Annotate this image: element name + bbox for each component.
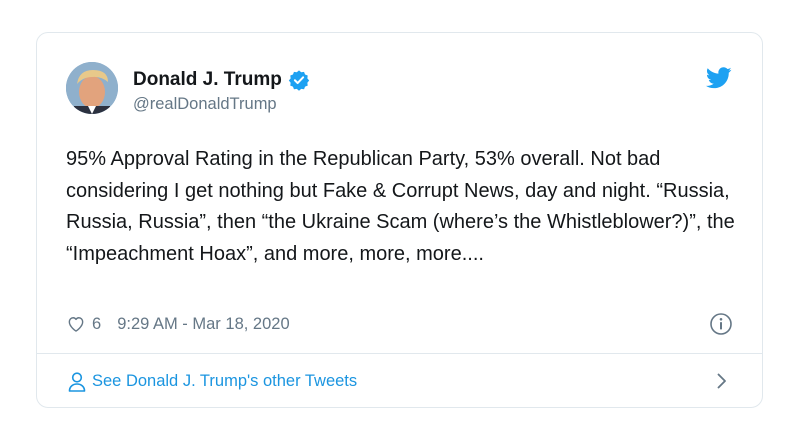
name-row: Donald J. Trump [133, 68, 310, 92]
info-icon[interactable] [709, 312, 733, 336]
timestamp-link[interactable]: 9:29 AM - Mar 18, 2020 [117, 315, 289, 334]
tweet-card: Donald J. Trump @realDonaldTrump 95% App… [36, 32, 763, 408]
twitter-bird-icon[interactable] [705, 67, 732, 89]
author-block: Donald J. Trump @realDonaldTrump [133, 68, 310, 115]
tweet-text: 95% Approval Rating in the Republican Pa… [66, 148, 735, 265]
like-count[interactable]: 6 [92, 315, 101, 334]
tweet-meta: 6 9:29 AM - Mar 18, 2020 [66, 311, 733, 337]
chevron-right-icon [716, 371, 728, 391]
heart-icon[interactable] [66, 314, 86, 334]
avatar-image [66, 62, 118, 114]
person-icon [68, 371, 86, 392]
handle[interactable]: @realDonaldTrump [133, 93, 310, 115]
tweet-header: Donald J. Trump @realDonaldTrump [37, 33, 762, 143]
avatar[interactable] [66, 62, 118, 114]
display-name[interactable]: Donald J. Trump [133, 68, 282, 92]
verified-badge-icon [288, 69, 310, 91]
see-other-tweets-link[interactable]: See Donald J. Trump's other Tweets [37, 354, 762, 407]
see-other-tweets-label: See Donald J. Trump's other Tweets [92, 372, 358, 390]
